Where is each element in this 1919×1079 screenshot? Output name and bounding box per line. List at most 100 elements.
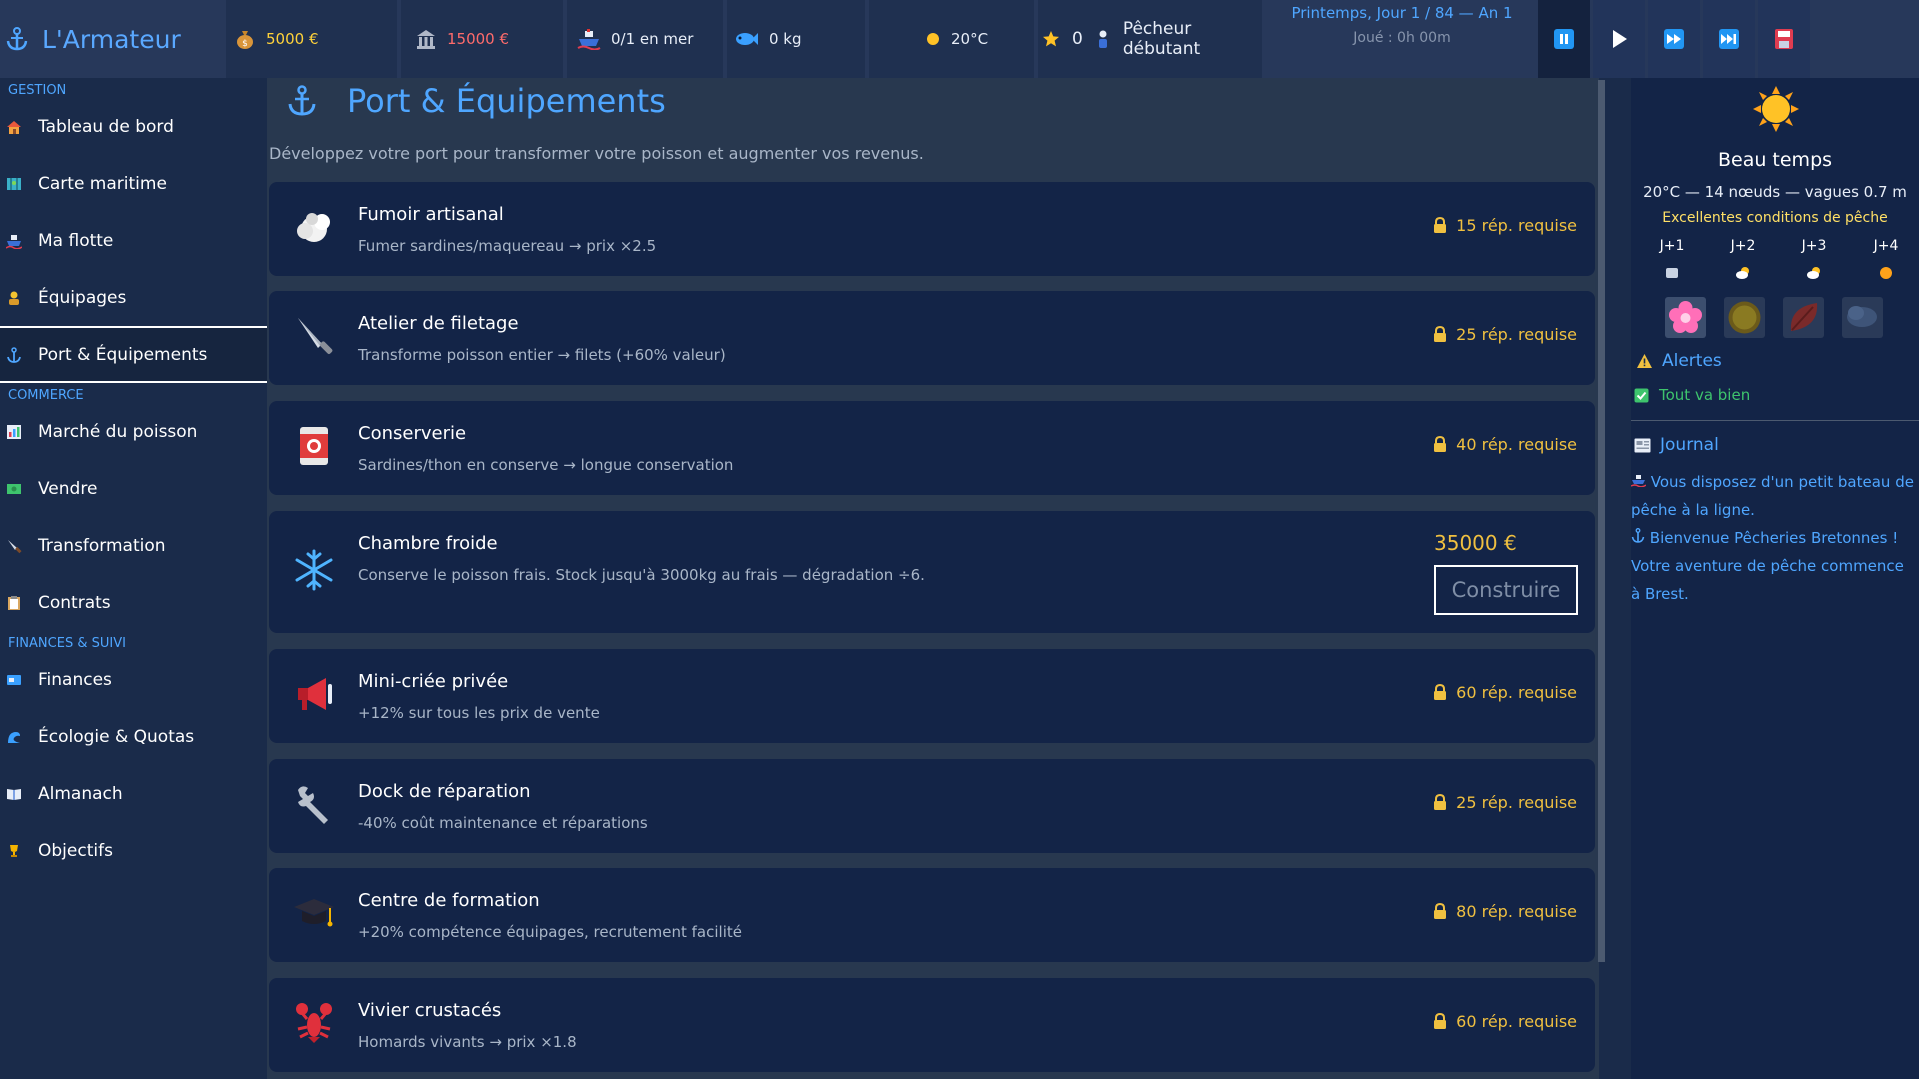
game-date: Printemps, Jour 1 / 84 — An 1 Joué : 0h … (1266, 0, 1538, 78)
sidebar-item-market[interactable]: Marché du poisson (0, 403, 267, 460)
sidebar-item-almanac[interactable]: Almanach (0, 765, 267, 822)
alert-status: Tout va bien (1634, 386, 1750, 404)
requirement-text: 60 rép. requise (1456, 683, 1577, 702)
lock-icon (1434, 684, 1447, 700)
clipboard-icon (8, 595, 20, 610)
sidebar-item-fleet[interactable]: Ma flotte (0, 212, 267, 269)
sidebar-item-transformation[interactable]: Transformation (0, 517, 267, 574)
section-finances: FINANCES & SUIVI (8, 636, 126, 651)
temperature-value: 20°C (951, 30, 989, 48)
sidebar-item-label: Marché du poisson (38, 421, 198, 442)
sidebar-item-ecology[interactable]: Écologie & Quotas (0, 708, 267, 765)
reputation-requirement: 60 rép. requise (1433, 683, 1577, 702)
sidebar-item-port[interactable]: Port & Équipements (0, 326, 267, 383)
sidebar-item-label: Ma flotte (38, 230, 114, 251)
equipment-description: -40% coût maintenance et réparations (358, 814, 648, 832)
newspaper-icon (1634, 438, 1651, 452)
skip-button[interactable] (1703, 0, 1755, 78)
debt-value: 15000 € (447, 30, 510, 48)
forecast-day: J+2 (1730, 238, 1756, 254)
sidebar-item-dashboard[interactable]: Tableau de bord (0, 98, 267, 155)
fishing-condition: Excellentes conditions de pêche (1662, 210, 1888, 226)
person-icon (9, 291, 19, 305)
map-icon (7, 177, 21, 190)
rank-value: Pêcheur débutant (1122, 19, 1201, 59)
page-subtitle: Développez votre port pour transformer v… (269, 144, 924, 163)
journal-title: Journal (1660, 435, 1719, 455)
debt-stat: 15000 € (401, 0, 563, 78)
sun-icon (1866, 266, 1906, 280)
save-button[interactable] (1758, 0, 1810, 78)
fast-forward-button[interactable] (1648, 0, 1700, 78)
cash-icon (7, 483, 21, 494)
card-icon (7, 674, 21, 685)
equipment-name: Conserverie (358, 423, 467, 444)
sidebar-item-sell[interactable]: Vendre (0, 460, 267, 517)
sidebar-item-objectives[interactable]: Objectifs (0, 822, 267, 879)
journal-header: Journal (1634, 435, 1719, 455)
build-button[interactable]: Construire (1434, 565, 1578, 615)
fish-icon (736, 33, 758, 45)
money-stat: $ 5000 € (226, 0, 397, 78)
lock-icon (1434, 217, 1447, 233)
equipment-description: Fumer sardines/maquereau → prix ×2.5 (358, 237, 657, 255)
requirement-text: 80 rép. requise (1456, 902, 1577, 921)
equipment-card-cold-room: Chambre froide Conserve le poisson frais… (269, 511, 1595, 633)
season-autumn[interactable] (1783, 297, 1824, 338)
smoke-icon (291, 204, 337, 250)
ship-icon (577, 29, 601, 50)
winter-cloud-icon (1847, 306, 1877, 327)
sidebar-item-map[interactable]: Carte maritime (0, 155, 267, 212)
chart-icon (7, 424, 21, 439)
star-icon (1043, 31, 1059, 47)
sidebar-item-label: Tableau de bord (38, 116, 174, 137)
sidebar-item-label: Port & Équipements (38, 344, 208, 365)
fisherman-icon (1098, 30, 1107, 48)
reputation-requirement: 25 rép. requise (1433, 325, 1577, 344)
lock-icon (1434, 903, 1447, 919)
knife-icon (8, 539, 22, 553)
date-line: Printemps, Jour 1 / 84 — An 1 (1291, 4, 1513, 22)
scrollbar-thumb[interactable] (1598, 80, 1605, 962)
sun-icon (927, 33, 939, 45)
book-icon (7, 788, 21, 800)
app-brand[interactable]: L'Armateur (0, 0, 222, 78)
season-summer[interactable] (1724, 297, 1765, 338)
spring-flower-icon (1669, 301, 1702, 333)
fast-forward-icon (1664, 29, 1684, 49)
svg-text:$: $ (242, 39, 248, 49)
trophy-icon (10, 844, 18, 857)
right-panel: Beau temps 20°C — 14 nœuds — vagues 0.7 … (1630, 78, 1919, 1079)
sidebar-item-label: Finances (38, 669, 112, 690)
house-icon (7, 120, 21, 134)
sidebar-item-label: Almanach (38, 783, 123, 804)
sidebar-item-finances[interactable]: Finances (0, 651, 267, 708)
summer-sun-icon (1728, 301, 1761, 334)
can-icon (291, 423, 337, 469)
equipment-card-training: Centre de formation +20% compétence équi… (269, 868, 1595, 962)
equipment-name: Vivier crustacés (358, 1000, 502, 1021)
temperature-stat: 20°C (869, 0, 1034, 78)
ship-icon (1630, 475, 1647, 488)
play-button[interactable] (1593, 0, 1645, 78)
equipment-name: Dock de réparation (358, 781, 531, 802)
sidebar-item-crews[interactable]: Équipages (0, 269, 267, 326)
equipment-name: Mini-criée privée (358, 671, 509, 692)
equipment-price: 35000 € (1434, 531, 1517, 555)
lock-icon (1434, 794, 1447, 810)
season-spring[interactable] (1665, 297, 1706, 338)
equipment-name: Centre de formation (358, 890, 540, 911)
equipment-card-auction: Mini-criée privée +12% sur tous les prix… (269, 649, 1595, 743)
money-bag-icon: $ (237, 31, 253, 49)
season-winter[interactable] (1842, 297, 1883, 338)
lock-icon (1434, 436, 1447, 452)
equipment-card-repair-dock: Dock de réparation -40% coût maintenance… (269, 759, 1595, 853)
lock-icon (1434, 1013, 1447, 1029)
equipment-description: Transforme poisson entier → filets (+60%… (358, 346, 726, 364)
pause-button[interactable] (1538, 0, 1590, 78)
sidebar-item-label: Équipages (38, 287, 127, 308)
sidebar-item-label: Contrats (38, 592, 111, 613)
check-icon (1634, 388, 1649, 402)
sidebar-item-contracts[interactable]: Contrats (0, 574, 267, 631)
forecast-day: J+4 (1873, 238, 1899, 254)
